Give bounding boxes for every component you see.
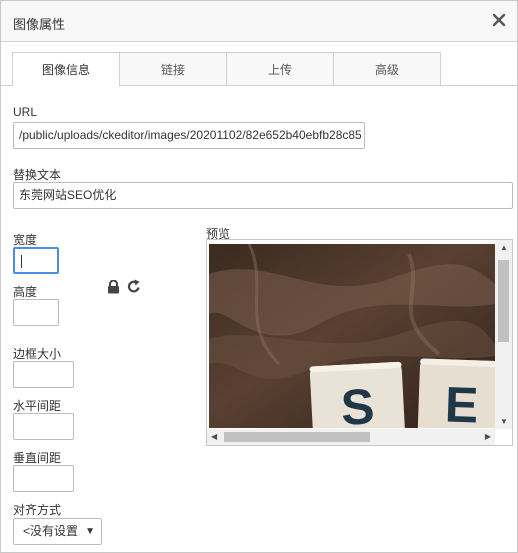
image-properties-dialog: 图像属性 图像信息 链接 上传 高级 URL /public/uploads/c… xyxy=(0,0,518,553)
preview-image: S E xyxy=(209,244,495,428)
hspace-input[interactable] xyxy=(13,413,74,440)
scroll-left-icon[interactable]: ◀ xyxy=(211,432,217,441)
tab-image-info[interactable]: 图像信息 xyxy=(12,52,120,87)
scroll-down-icon[interactable]: ▼ xyxy=(500,417,508,426)
svg-text:E: E xyxy=(444,376,479,428)
size-controls xyxy=(107,279,143,295)
svg-text:S: S xyxy=(340,378,376,428)
vspace-input[interactable] xyxy=(13,465,74,492)
tab-link[interactable]: 链接 xyxy=(119,52,227,86)
scroll-right-icon[interactable]: ▶ xyxy=(485,432,491,441)
dialog-title: 图像属性 xyxy=(13,17,66,32)
scroll-up-icon[interactable]: ▲ xyxy=(500,243,508,252)
width-label: 宽度 xyxy=(13,233,38,247)
border-label: 边框大小 xyxy=(13,347,62,361)
height-input[interactable] xyxy=(13,299,59,326)
tab-upload[interactable]: 上传 xyxy=(226,52,334,86)
text-caret xyxy=(21,255,22,268)
align-label: 对齐方式 xyxy=(13,503,62,517)
preview-pane[interactable]: S E ▲ ▼ ◀ ▶ xyxy=(206,239,513,446)
hspace-label: 水平间距 xyxy=(13,399,62,413)
horizontal-scroll-thumb[interactable] xyxy=(224,432,370,442)
horizontal-scrollbar[interactable]: ◀ ▶ xyxy=(207,429,495,445)
vertical-scroll-thumb[interactable] xyxy=(498,260,509,342)
url-input[interactable]: /public/uploads/ckeditor/images/20201102… xyxy=(13,122,365,149)
height-label: 高度 xyxy=(13,285,38,299)
border-input[interactable] xyxy=(13,361,74,388)
width-input[interactable] xyxy=(13,247,59,274)
tab-advanced[interactable]: 高级 xyxy=(333,52,441,86)
lock-icon[interactable] xyxy=(107,280,120,294)
reset-size-icon[interactable] xyxy=(127,279,141,294)
align-select[interactable]: <没有设置 ▼ xyxy=(13,518,102,545)
url-label: URL xyxy=(13,105,38,119)
dialog-titlebar: 图像属性 xyxy=(1,1,517,42)
vertical-scrollbar[interactable]: ▲ ▼ xyxy=(495,240,512,429)
close-icon[interactable] xyxy=(491,12,507,28)
alt-text-input[interactable]: 东莞网站SEO优化 xyxy=(13,182,513,209)
dropdown-arrow-icon: ▼ xyxy=(85,526,95,537)
alt-text-label: 替换文本 xyxy=(13,168,62,182)
vspace-label: 垂直间距 xyxy=(13,451,62,465)
align-selected-value: <没有设置 xyxy=(23,524,79,538)
